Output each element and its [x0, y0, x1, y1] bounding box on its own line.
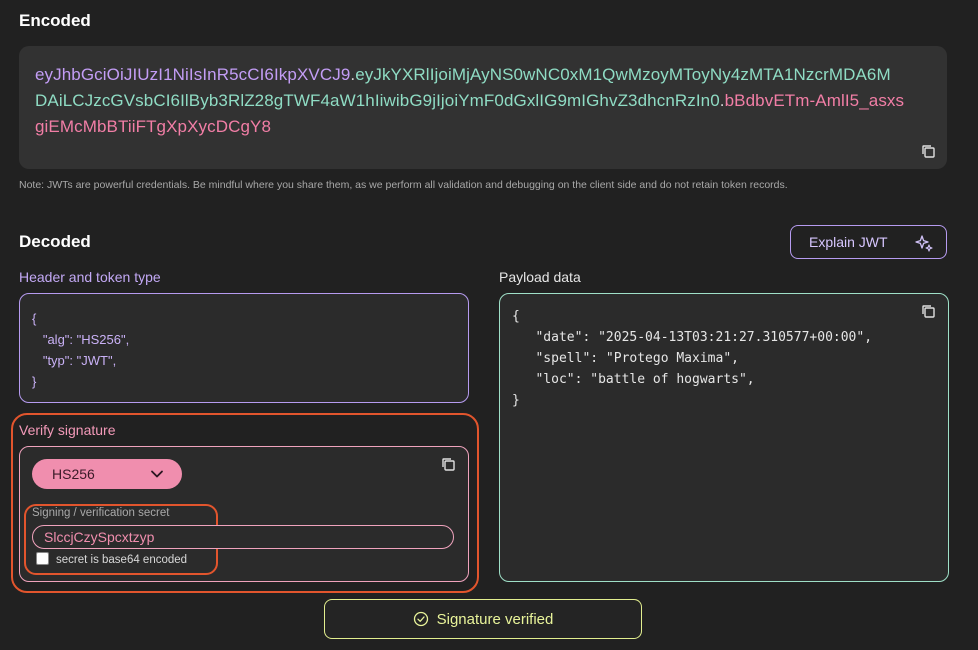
token-payload: eyJkYXRlIjoiMjAyNS0wNC0xM1QwMzoyMToyNy4z… — [355, 65, 891, 84]
base64-checkbox[interactable] — [36, 552, 49, 565]
token-payload: DAiLCJzcGVsbCI6IlByb3RlZ28gTWF4aW1hIiwib… — [35, 91, 720, 110]
token-signature: bBdbvETm-AmlI5_asxs — [724, 91, 905, 110]
explain-jwt-label: Explain JWT — [809, 234, 888, 250]
copy-icon[interactable] — [441, 457, 455, 471]
signature-status-badge: Signature verified — [324, 599, 642, 639]
copy-icon[interactable] — [921, 304, 935, 318]
json-line: } — [32, 374, 37, 389]
json-line: "date": "2025-04-13T03:21:27.310577+00:0… — [512, 330, 873, 345]
json-line: } — [512, 393, 520, 408]
json-line: "spell": "Protego Maxima", — [512, 351, 739, 366]
json-line: "typ": "JWT", — [32, 353, 117, 368]
payload-json-editor[interactable]: { "date": "2025-04-13T03:21:27.310577+00… — [499, 293, 949, 582]
chevron-down-icon — [151, 470, 163, 478]
base64-checkbox-label: secret is base64 encoded — [56, 554, 188, 566]
explain-jwt-button[interactable]: Explain JWT — [790, 225, 947, 259]
json-line: { — [32, 311, 37, 326]
header-section-label: Header and token type — [19, 269, 161, 285]
decoded-title: Decoded — [19, 232, 91, 251]
encoded-line-2: DAiLCJzcGVsbCI6IlByb3RlZ28gTWF4aW1hIiwib… — [35, 88, 931, 114]
secret-input[interactable] — [32, 525, 454, 549]
algorithm-value: HS256 — [52, 466, 95, 482]
signature-status-text: Signature verified — [436, 610, 554, 628]
verify-signature-label: Verify signature — [19, 422, 116, 438]
json-line: "alg": "HS256", — [32, 332, 130, 347]
encoded-title: Encoded — [19, 11, 91, 30]
sparkle-icon — [915, 235, 933, 252]
copy-icon[interactable] — [921, 144, 935, 158]
encoded-line-3: giEMcMbBTiiFTgXpXycDCgY8 — [35, 114, 931, 140]
token-signature: giEMcMbBTiiFTgXpXycDCgY8 — [35, 117, 272, 136]
json-line: { — [512, 309, 520, 324]
payload-section-label: Payload data — [499, 269, 581, 285]
token-header: eyJhbGciOiJIUzI1NiIsInR5cCI6IkpXVCJ9 — [35, 65, 351, 84]
json-line: "loc": "battle of hogwarts", — [512, 372, 755, 387]
security-note: Note: JWTs are powerful credentials. Be … — [19, 179, 788, 191]
algorithm-select[interactable]: HS256 — [32, 459, 182, 489]
secret-field-label: Signing / verification secret — [32, 507, 170, 519]
encoded-token-box[interactable]: eyJhbGciOiJIUzI1NiIsInR5cCI6IkpXVCJ9.eyJ… — [19, 46, 947, 169]
encoded-line-1: eyJhbGciOiJIUzI1NiIsInR5cCI6IkpXVCJ9.eyJ… — [35, 62, 931, 88]
header-json-editor[interactable]: { "alg": "HS256", "typ": "JWT", } — [19, 293, 469, 403]
check-circle-icon — [413, 611, 428, 627]
